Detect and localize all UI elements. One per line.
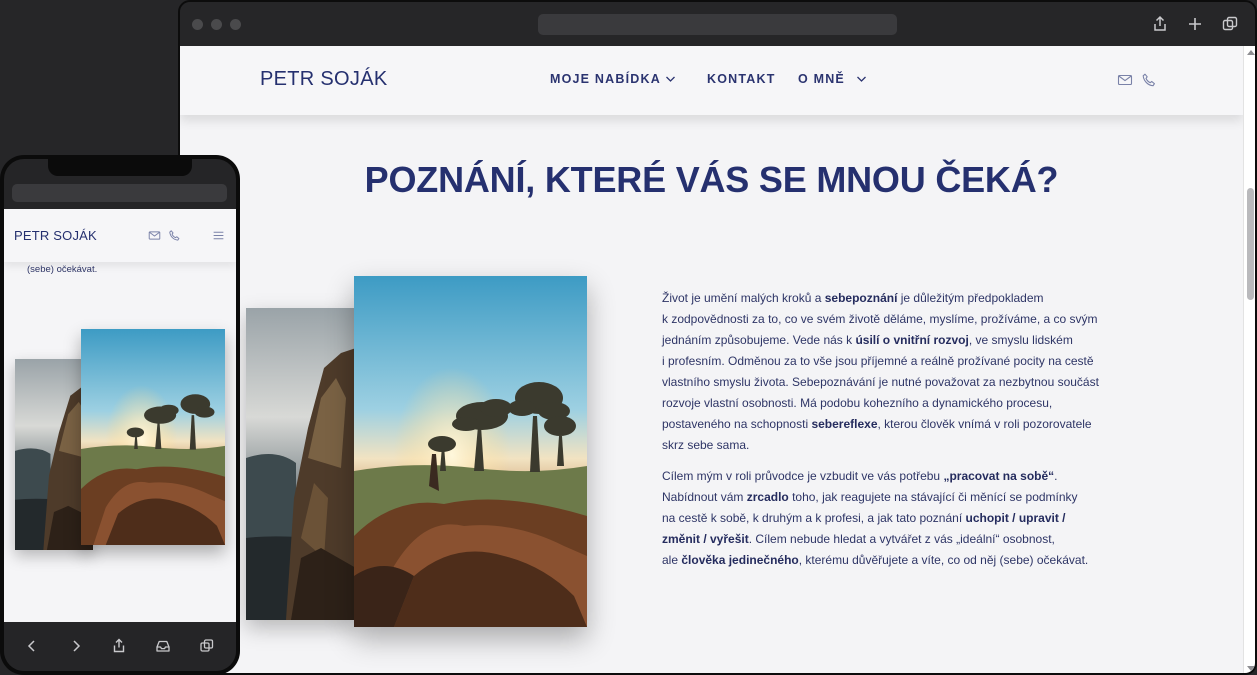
nav-item-moje-nabidka[interactable]: MOJE NABÍDKA <box>550 72 661 86</box>
share-icon[interactable] <box>111 638 127 654</box>
forward-icon[interactable] <box>68 638 84 654</box>
window-minimize-button[interactable] <box>211 19 222 30</box>
browser-titlebar <box>180 2 1255 46</box>
nav-item-kontakt[interactable]: KONTAKT <box>707 72 776 86</box>
chevron-down-icon[interactable] <box>665 75 676 83</box>
nav-item-o-mne[interactable]: O MNĚ <box>798 72 845 86</box>
mobile-device: PETR SOJÁK (sebe) očekávat. <box>0 155 240 675</box>
mobile-page: PETR SOJÁK (sebe) očekávat. <box>4 209 236 622</box>
page-viewport: PETR SOJÁK MOJE NABÍDKA KONTAKT O MNĚ PO… <box>180 46 1243 673</box>
site-header: PETR SOJÁK MOJE NABÍDKA KONTAKT O MNĚ <box>180 46 1243 115</box>
landscape-photo-main <box>354 276 587 627</box>
body-text: Život je umění malých kroků a sebepoznán… <box>662 288 1122 581</box>
emphasis-text: změnit / vyřešit <box>662 532 749 546</box>
window-zoom-button[interactable] <box>230 19 241 30</box>
paragraph-self-knowledge: Život je umění malých kroků a sebepoznán… <box>662 291 1099 452</box>
paragraph-guide-goal: Cílem mým v roli průvodce je vzbudit ve … <box>662 469 1089 567</box>
emphasis-text: úsilí o vnitřní rozvoj <box>855 333 969 347</box>
emphasis-text: zrcadlo <box>746 490 789 504</box>
mail-icon[interactable] <box>148 229 161 242</box>
vertical-scrollbar[interactable] <box>1243 46 1255 673</box>
mobile-site-logo[interactable]: PETR SOJÁK <box>14 228 97 243</box>
phone-icon[interactable] <box>168 229 181 242</box>
site-logo[interactable]: PETR SOJÁK <box>260 68 387 91</box>
scrollbar-thumb[interactable] <box>1247 188 1254 300</box>
window-close-button[interactable] <box>192 19 203 30</box>
mobile-landscape-photo-main <box>81 329 225 545</box>
tabs-icon[interactable] <box>199 638 215 654</box>
emphasis-text: sebepoznání <box>824 291 898 305</box>
landscape-photo-back <box>246 308 356 620</box>
mobile-browser-toolbar <box>4 622 236 671</box>
emphasis-text: sebereflexe <box>811 417 878 431</box>
mobile-screen: PETR SOJÁK (sebe) očekávat. <box>4 159 236 671</box>
phone-icon[interactable] <box>1141 72 1157 88</box>
mail-icon[interactable] <box>1117 72 1133 88</box>
chevron-down-icon[interactable] <box>856 75 867 83</box>
scroll-down-arrow-icon[interactable] <box>1247 666 1255 671</box>
emphasis-text: „pracovat na sobě“ <box>943 469 1055 483</box>
phone-notch <box>48 159 192 176</box>
page-headline: POZNÁNÍ, KTERÉ VÁS SE MNOU ČEKÁ? <box>364 159 1059 200</box>
desktop-browser-window: PETR SOJÁK MOJE NABÍDKA KONTAKT O MNĚ PO… <box>178 0 1257 675</box>
share-icon[interactable] <box>1151 15 1169 33</box>
emphasis-text: člověka jedinečného <box>681 553 799 567</box>
inbox-icon[interactable] <box>155 638 171 654</box>
emphasis-text: uchopit / upravit / <box>965 511 1066 525</box>
back-icon[interactable] <box>24 638 40 654</box>
mobile-address-bar[interactable] <box>12 184 227 202</box>
mobile-body-text-fragment: (sebe) očekávat. <box>27 264 98 275</box>
hamburger-menu-icon[interactable] <box>212 229 225 242</box>
scroll-up-arrow-icon[interactable] <box>1247 50 1255 55</box>
address-bar[interactable] <box>538 14 897 35</box>
mobile-site-header: PETR SOJÁK <box>4 209 236 262</box>
tabs-icon[interactable] <box>1221 15 1239 33</box>
new-tab-icon[interactable] <box>1186 15 1204 33</box>
